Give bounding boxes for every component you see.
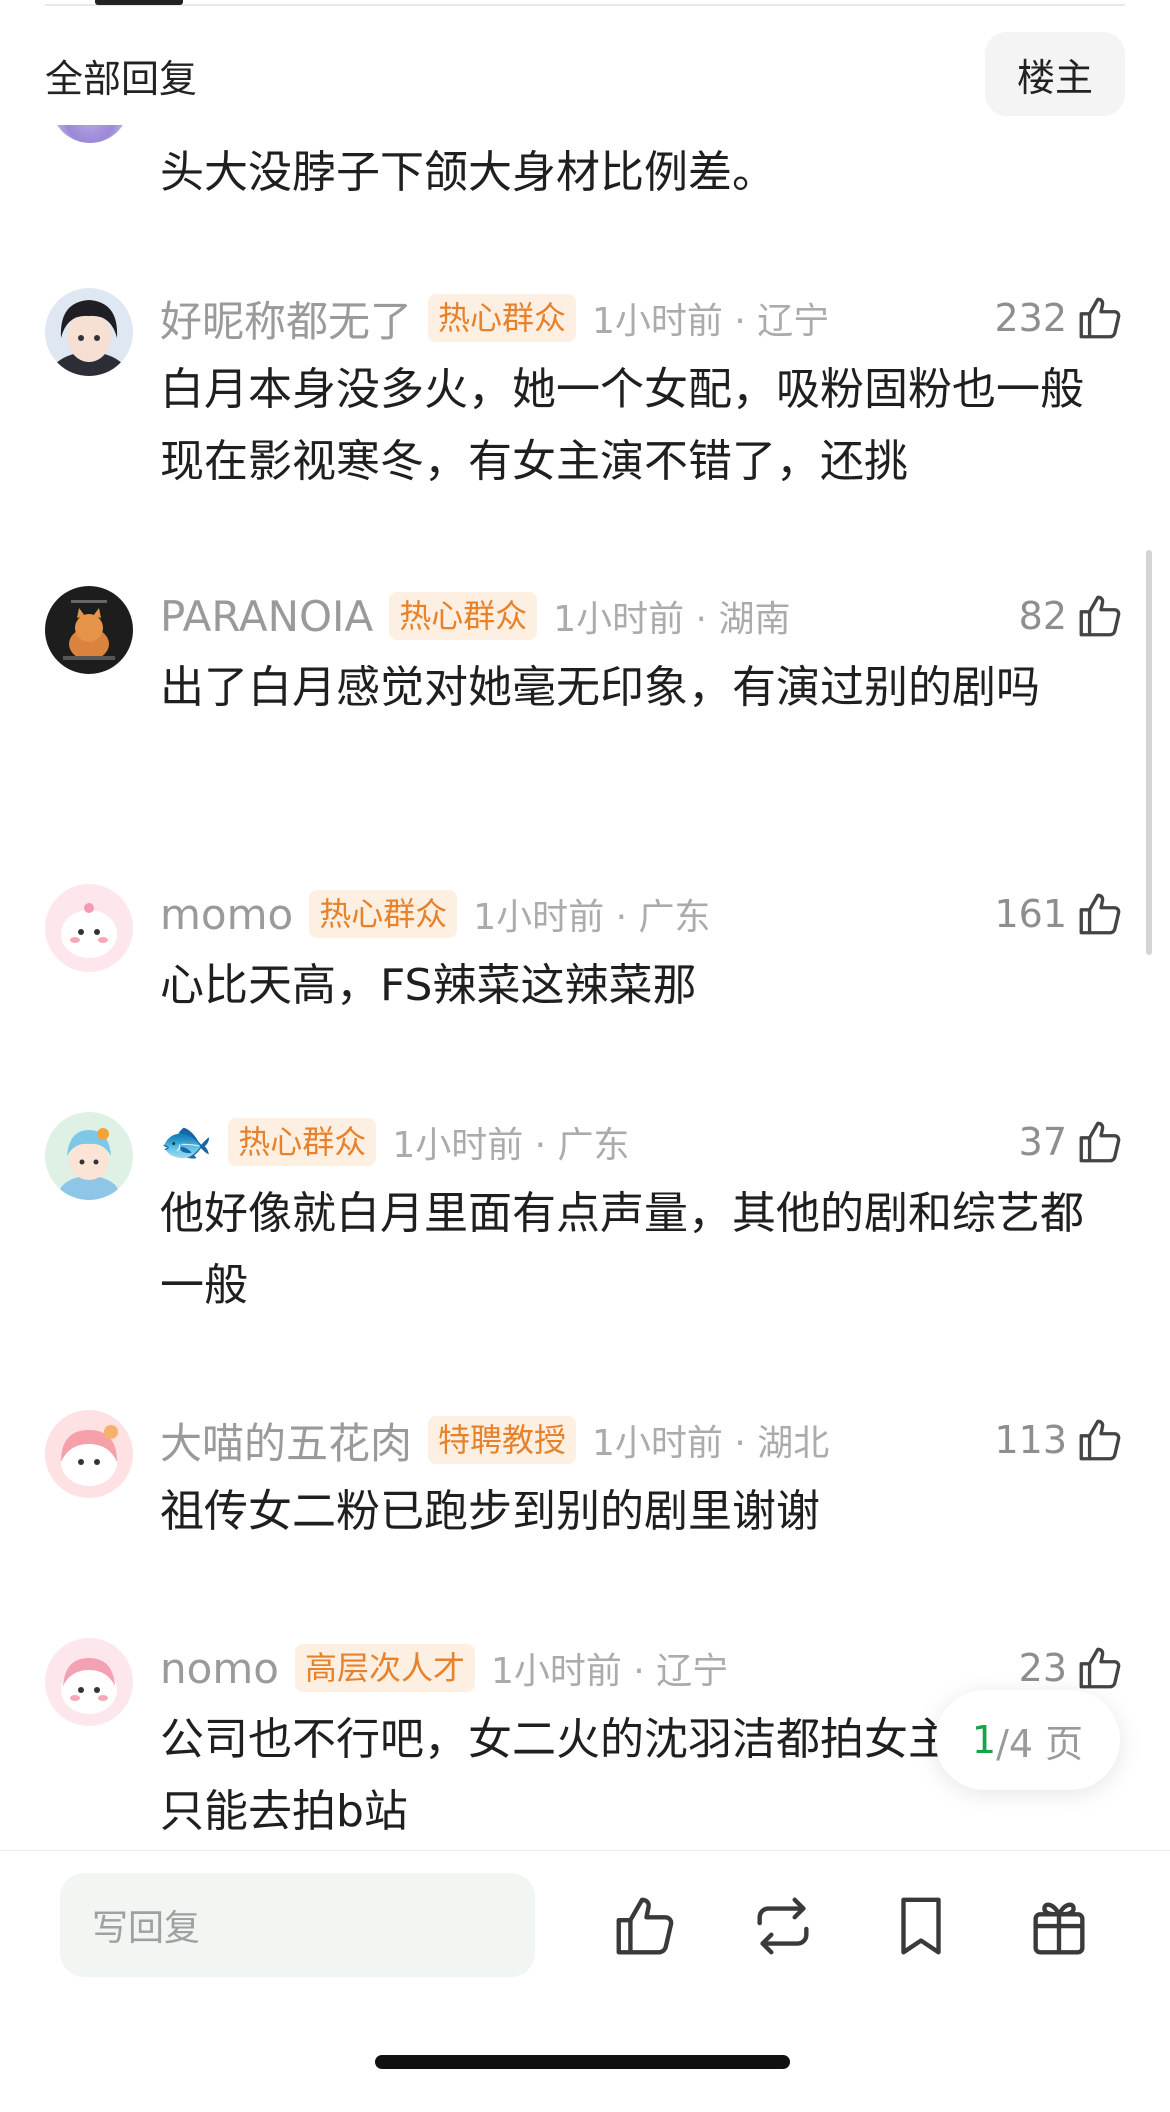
comment-text-partial: 头大没脖子下颌大身材比例差。 bbox=[160, 147, 776, 198]
op-only-button[interactable]: 楼主 bbox=[985, 32, 1125, 116]
avatar[interactable] bbox=[45, 586, 133, 674]
thumbs-up-icon[interactable] bbox=[1075, 591, 1125, 641]
username[interactable]: 好昵称都无了 bbox=[160, 288, 412, 349]
avatar[interactable] bbox=[45, 288, 133, 376]
time-location: 1小时前 · 辽宁 bbox=[490, 1651, 729, 1692]
user-badge: 热心群众 bbox=[228, 1118, 377, 1166]
like-button[interactable]: 37 bbox=[1019, 1112, 1125, 1172]
time-location: 1小时前 · 广东 bbox=[392, 1125, 630, 1166]
user-badge: 热心群众 bbox=[428, 294, 577, 342]
comment-text: 他好像就白月里面有点声量，其他的剧和综艺都一般 bbox=[160, 1188, 1084, 1311]
comment-meta: 🐟 热心群众 1小时前 · 广东 bbox=[160, 1112, 630, 1172]
user-badge: 热心群众 bbox=[309, 890, 458, 938]
user-badge: 热心群众 bbox=[389, 592, 538, 640]
all-replies-title: 全部回复 bbox=[45, 57, 198, 101]
avatar[interactable] bbox=[45, 1112, 133, 1200]
like-icon[interactable] bbox=[610, 1891, 680, 1961]
thumbs-up-icon[interactable] bbox=[1075, 293, 1125, 343]
bottom-toolbar: 写回复 bbox=[0, 1850, 1170, 2112]
comment-text: 心比天高，FS辣菜这辣菜那 bbox=[160, 960, 697, 1011]
comment-meta: PARANOIA 热心群众 1小时前 · 湖南 bbox=[160, 586, 790, 646]
comment-meta: 大喵的五花肉 特聘教授 1小时前 · 湖北 bbox=[160, 1410, 829, 1470]
top-divider bbox=[45, 4, 1125, 6]
gift-icon[interactable] bbox=[1024, 1891, 1094, 1961]
avatar[interactable] bbox=[45, 1638, 133, 1726]
thumbs-up-icon[interactable] bbox=[1075, 1643, 1125, 1693]
scrollbar[interactable] bbox=[1146, 550, 1152, 955]
time-location: 1小时前 · 湖南 bbox=[553, 599, 791, 640]
comment-text: 祖传女二粉已跑步到别的剧里谢谢 bbox=[160, 1486, 820, 1537]
like-button[interactable]: 82 bbox=[1019, 586, 1125, 646]
avatar[interactable] bbox=[45, 1410, 133, 1498]
page-indicator[interactable]: 1 /4 页 bbox=[935, 1690, 1120, 1790]
comment-text: 白月本身没多火，她一个女配，吸粉固粉也一般 现在影视寒冬，有女主演不错了，还挑 bbox=[160, 364, 1084, 487]
time-location: 1小时前 · 辽宁 bbox=[592, 301, 830, 342]
bookmark-icon[interactable] bbox=[886, 1891, 956, 1961]
username[interactable]: nomo bbox=[160, 1644, 279, 1693]
current-page: 1 bbox=[971, 1718, 997, 1762]
replies-header: 全部回复 楼主 bbox=[45, 26, 1125, 116]
comment-meta: nomo 高层次人才 1小时前 · 辽宁 bbox=[160, 1638, 728, 1698]
home-indicator[interactable] bbox=[375, 2055, 790, 2069]
comment-meta: 好昵称都无了 热心群众 1小时前 · 辽宁 bbox=[160, 288, 829, 348]
thumbs-up-icon[interactable] bbox=[1075, 1415, 1125, 1465]
like-button[interactable]: 23 bbox=[1019, 1638, 1125, 1698]
like-button[interactable]: 113 bbox=[994, 1410, 1125, 1470]
like-count: 23 bbox=[1018, 1646, 1067, 1690]
username[interactable]: 大喵的五花肉 bbox=[160, 1410, 412, 1471]
user-badge: 特聘教授 bbox=[428, 1416, 577, 1464]
username[interactable]: momo bbox=[160, 890, 293, 939]
like-count: 113 bbox=[994, 1418, 1067, 1462]
thumbs-up-icon[interactable] bbox=[1075, 889, 1125, 939]
reply-input[interactable]: 写回复 bbox=[60, 1873, 535, 1977]
repost-icon[interactable] bbox=[748, 1891, 818, 1961]
like-button[interactable]: 161 bbox=[994, 884, 1125, 944]
username[interactable]: PARANOIA bbox=[160, 592, 373, 641]
like-count: 161 bbox=[994, 892, 1067, 936]
time-location: 1小时前 · 湖北 bbox=[592, 1423, 830, 1464]
avatar-partial[interactable] bbox=[45, 125, 133, 153]
time-location: 1小时前 · 广东 bbox=[473, 897, 711, 938]
like-count: 82 bbox=[1018, 594, 1067, 638]
total-pages: /4 页 bbox=[996, 1721, 1084, 1766]
like-button[interactable]: 232 bbox=[994, 288, 1125, 348]
active-tab-indicator bbox=[95, 0, 183, 5]
like-count: 232 bbox=[994, 296, 1067, 340]
thumbs-up-icon[interactable] bbox=[1075, 1117, 1125, 1167]
user-badge: 高层次人才 bbox=[294, 1644, 475, 1692]
avatar[interactable] bbox=[45, 884, 133, 972]
comment-meta: momo 热心群众 1小时前 · 广东 bbox=[160, 884, 710, 944]
username[interactable]: 🐟 bbox=[160, 1117, 212, 1167]
like-count: 37 bbox=[1018, 1120, 1067, 1164]
comment-text: 出了白月感觉对她毫无印象，有演过别的剧吗 bbox=[160, 662, 1040, 713]
